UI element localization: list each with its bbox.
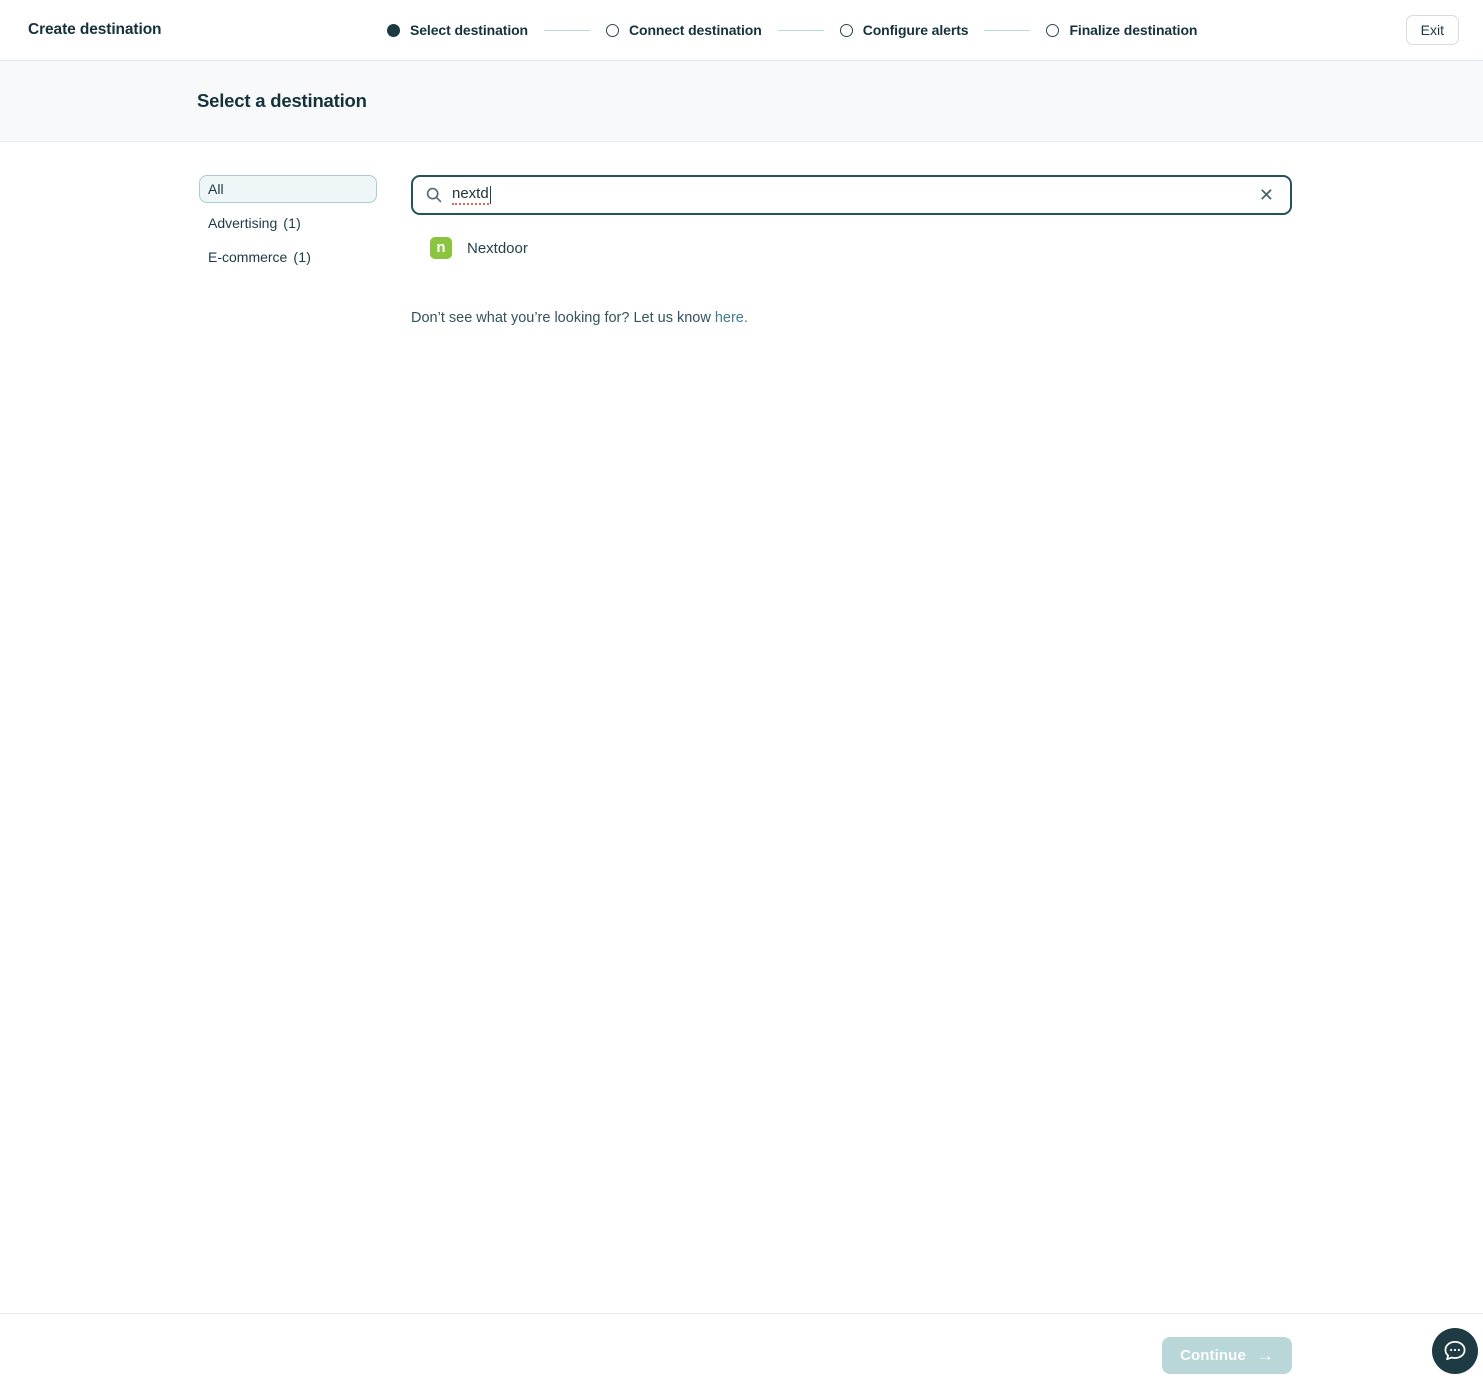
nextdoor-logo-icon: n bbox=[430, 237, 452, 259]
arrow-right-icon: → bbox=[1257, 1346, 1274, 1366]
let-us-know-link[interactable]: here. bbox=[715, 310, 748, 326]
category-item-ecommerce[interactable]: E-commerce (1) bbox=[199, 243, 377, 271]
step-connector-line bbox=[544, 30, 590, 31]
help-text: Don’t see what you’re looking for? Let u… bbox=[411, 310, 1292, 326]
step-select-destination: Select destination bbox=[387, 22, 528, 38]
category-label: All bbox=[208, 181, 224, 197]
step-label: Select destination bbox=[410, 22, 528, 38]
step-current-circle-icon bbox=[387, 24, 400, 37]
content-area: All Advertising (1) E-commerce (1) bbox=[0, 142, 1483, 1313]
continue-button[interactable]: Continue → bbox=[1162, 1337, 1292, 1374]
destination-picker: nextd ✕ n Nextdoor Don’t see what you’re… bbox=[411, 175, 1292, 326]
clear-search-button[interactable]: ✕ bbox=[1257, 184, 1276, 206]
step-connector-line bbox=[984, 30, 1030, 31]
category-item-advertising[interactable]: Advertising (1) bbox=[199, 209, 377, 237]
chat-widget-button[interactable] bbox=[1432, 1328, 1478, 1374]
category-count: (1) bbox=[293, 249, 311, 265]
category-label: Advertising bbox=[208, 215, 277, 231]
destination-name: Nextdoor bbox=[467, 240, 528, 257]
step-upcoming-circle-icon bbox=[840, 24, 853, 37]
exit-button[interactable]: Exit bbox=[1406, 15, 1459, 45]
section-title: Select a destination bbox=[197, 90, 367, 112]
step-configure-alerts: Configure alerts bbox=[840, 22, 969, 38]
step-upcoming-circle-icon bbox=[1046, 24, 1059, 37]
step-label: Configure alerts bbox=[863, 22, 969, 38]
chat-bubble-icon bbox=[1441, 1337, 1469, 1365]
page-title: Create destination bbox=[28, 21, 161, 39]
category-label: E-commerce bbox=[208, 249, 287, 265]
search-value-wrap: nextd bbox=[452, 185, 491, 205]
step-connector-line bbox=[778, 30, 824, 31]
search-value: nextd bbox=[452, 185, 489, 205]
step-label: Connect destination bbox=[629, 22, 762, 38]
category-item-all[interactable]: All bbox=[199, 175, 377, 203]
subheader: Select a destination bbox=[0, 61, 1483, 142]
step-connect-destination: Connect destination bbox=[606, 22, 762, 38]
step-upcoming-circle-icon bbox=[606, 24, 619, 37]
category-count: (1) bbox=[283, 215, 301, 231]
text-caret bbox=[490, 186, 492, 204]
wizard-footer: Continue → bbox=[0, 1313, 1483, 1388]
help-message: Don’t see what you’re looking for? Let u… bbox=[411, 310, 711, 326]
wizard-header: Create destination Select destination Co… bbox=[0, 0, 1483, 61]
category-sidebar: All Advertising (1) E-commerce (1) bbox=[199, 175, 377, 277]
wizard-stepper: Select destination Connect destination C… bbox=[387, 0, 1197, 60]
destination-result-nextdoor[interactable]: n Nextdoor bbox=[411, 233, 1292, 263]
step-label: Finalize destination bbox=[1069, 22, 1197, 38]
step-finalize-destination: Finalize destination bbox=[1046, 22, 1197, 38]
destination-search-input[interactable]: nextd ✕ bbox=[411, 175, 1292, 215]
continue-label: Continue bbox=[1180, 1347, 1246, 1364]
search-icon bbox=[425, 186, 443, 204]
create-destination-wizard: Create destination Select destination Co… bbox=[0, 0, 1483, 1388]
